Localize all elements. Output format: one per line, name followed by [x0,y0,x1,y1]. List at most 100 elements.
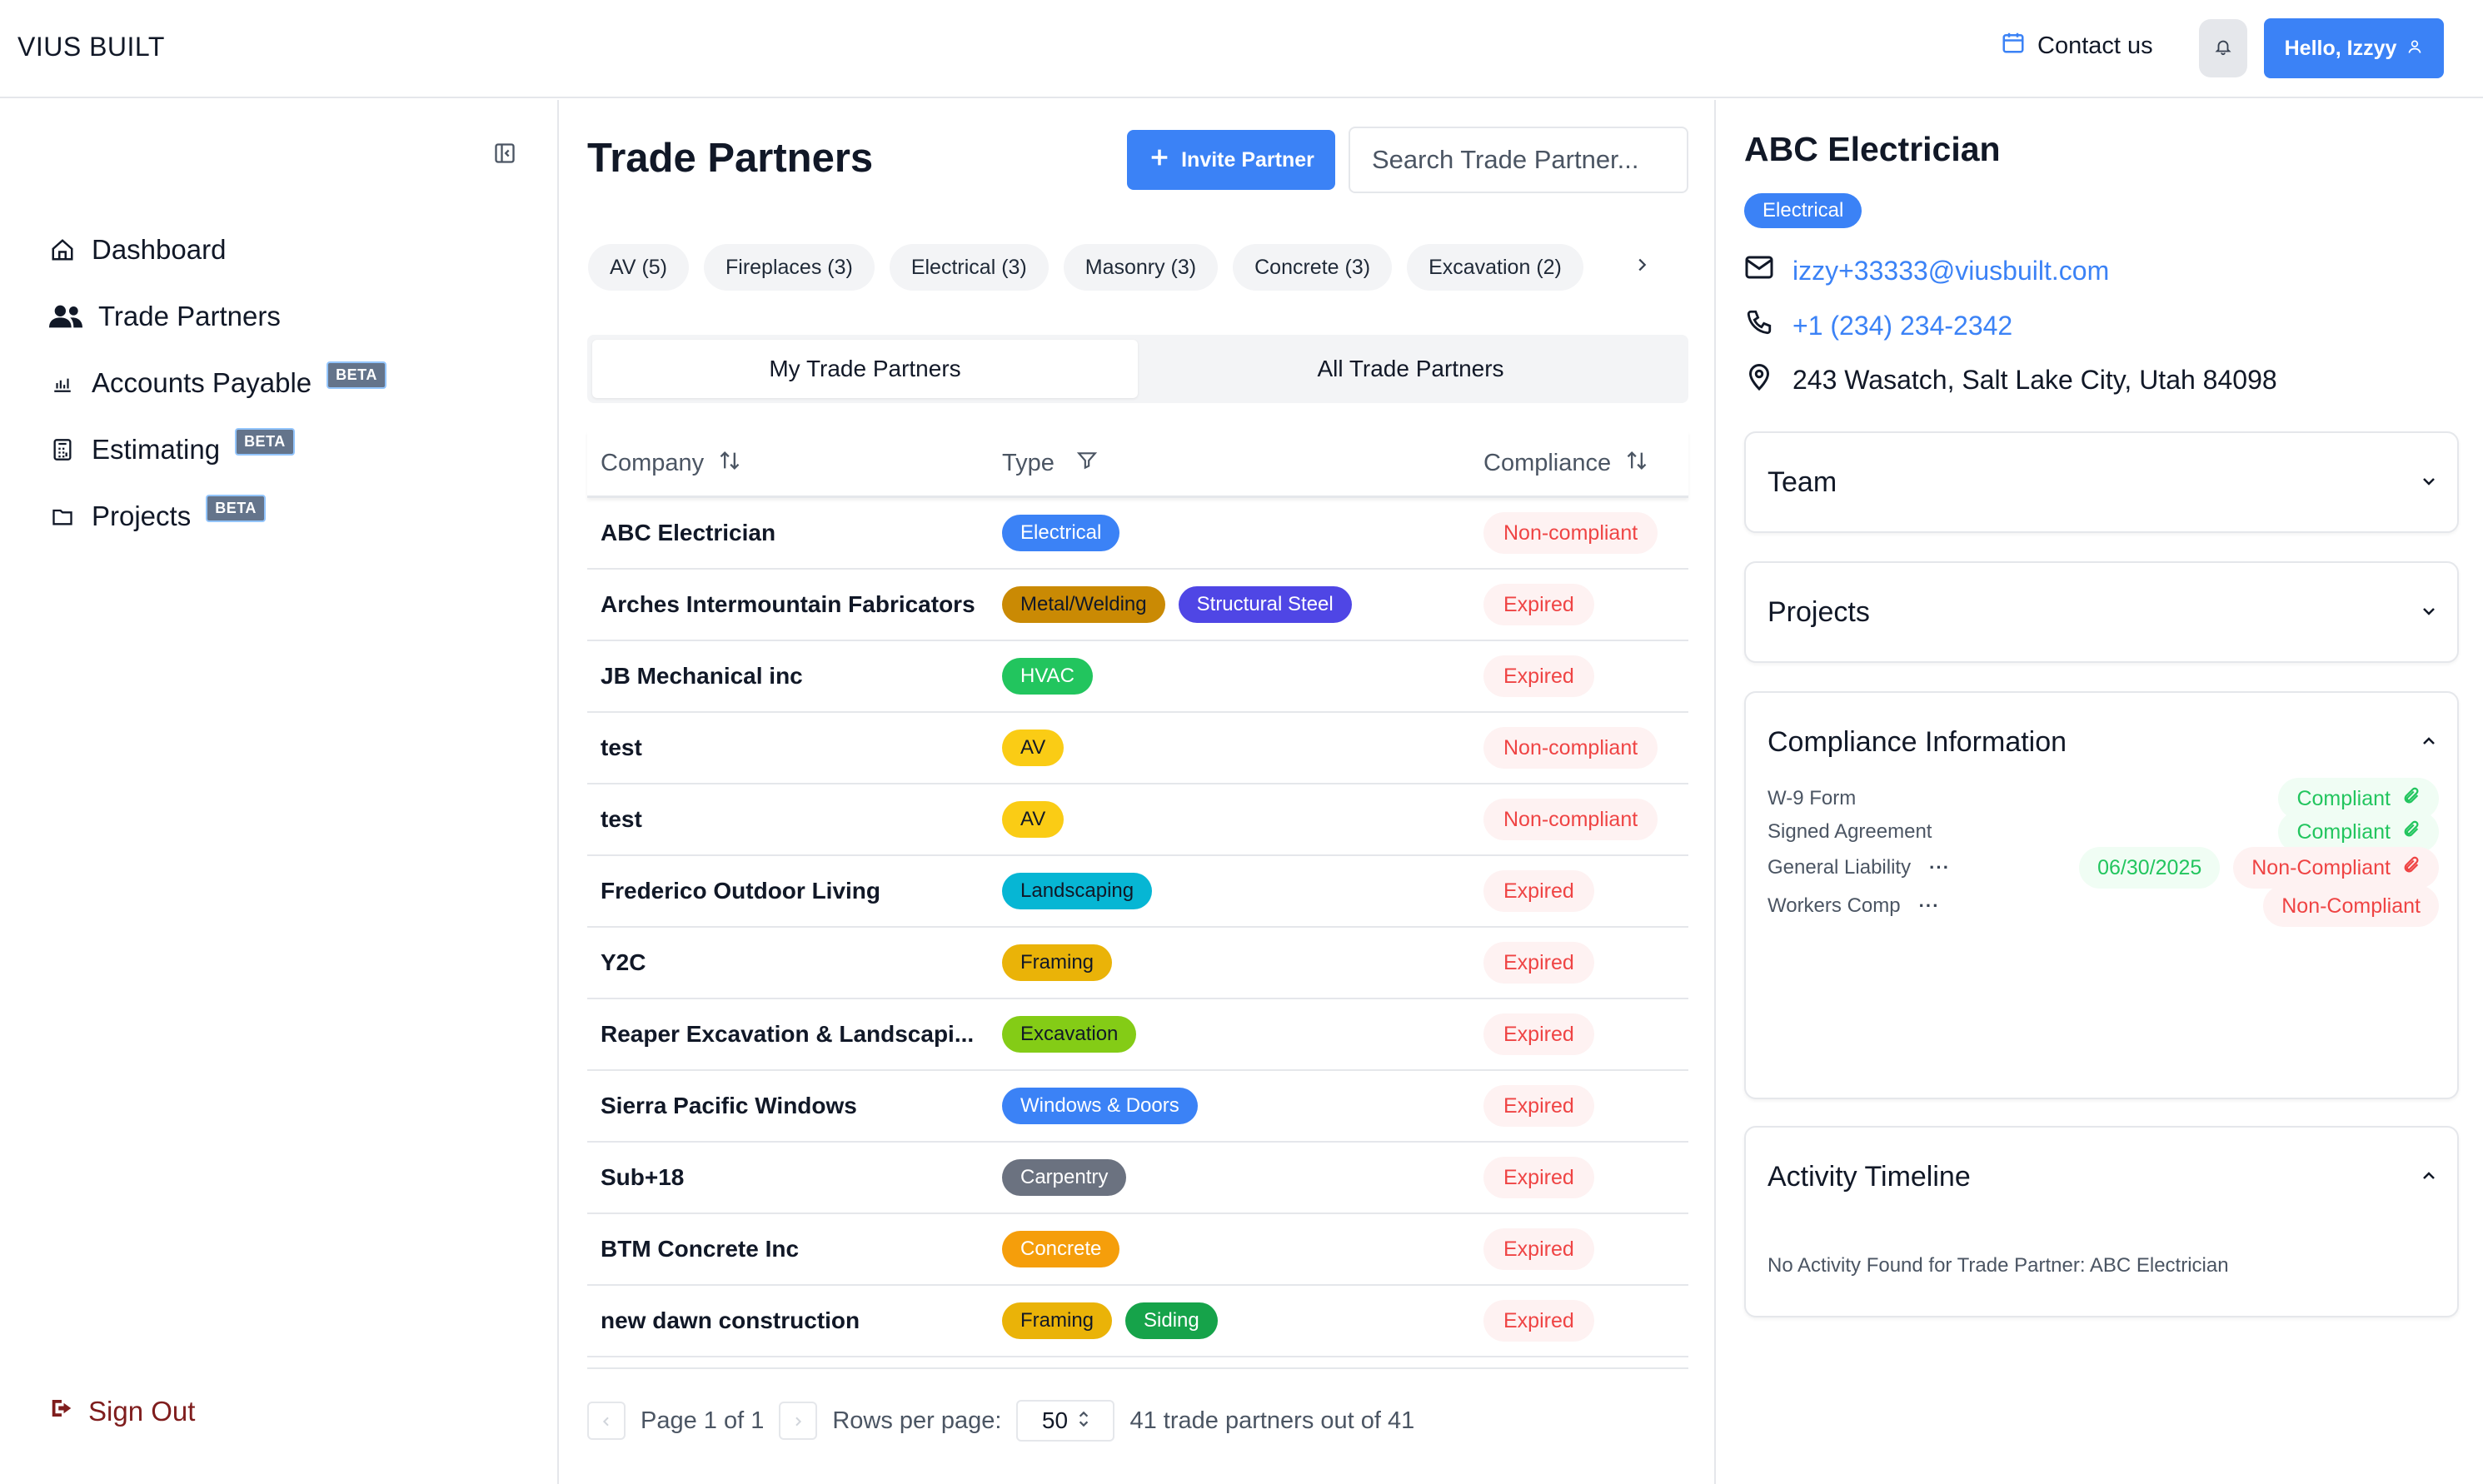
partner-email[interactable]: izzy+33333@viusbuilt.com [1744,255,2109,286]
sidebar-item-estimating[interactable]: Estimating BETA [48,416,386,483]
mail-icon [1744,255,1774,286]
type-pill: HVAC [1002,658,1093,695]
filter-chip[interactable]: AV (5) [588,244,689,291]
section-title: Compliance Information [1768,725,2067,758]
compliance-status-badge: Expired [1483,1300,1594,1342]
brand-logo[interactable]: VIUS BUILT [17,32,165,62]
chevron-left-icon [600,1407,613,1435]
company-column-header[interactable]: Company [587,449,989,479]
page-title: Trade Partners [587,136,874,181]
tab-my-trade-partners[interactable]: My Trade Partners [592,340,1138,398]
table-row[interactable]: Sierra Pacific Windows Windows & Doors Exp… [587,1071,1688,1143]
chips-next-button[interactable] [1625,250,1658,283]
projects-section: Projects [1744,561,2459,663]
more-options-icon[interactable]: ··· [1919,895,1940,917]
company-name: Frederico Outdoor Living [601,878,881,904]
filter-chip[interactable]: Fireplaces (3) [704,244,875,291]
type-cell: Framing Siding [989,1302,1473,1339]
company-name: ABC Electrician [601,520,776,545]
attachment-icon[interactable] [2402,787,2421,811]
page-indicator: Page 1 of 1 [641,1407,765,1434]
partner-phone[interactable]: +1 (234) 234-2342 [1744,308,2012,343]
chevron-up-icon [2419,726,2439,759]
map-pin-icon [1744,361,1774,398]
type-cell: Landscaping [989,873,1473,909]
beta-badge: BETA [327,361,386,389]
compliance-column-header[interactable]: Compliance [1473,449,1688,479]
previous-page-button[interactable] [587,1402,626,1440]
projects-section-header[interactable]: Projects [1768,563,2439,661]
type-cell: Carpentry [989,1159,1473,1196]
compliance-cell: Expired [1473,1228,1688,1270]
team-section-header[interactable]: Team [1768,433,2439,531]
activity-section-header[interactable]: Activity Timeline [1768,1128,2439,1226]
compliance-status-badge: Expired [1483,1157,1594,1198]
company-name: new dawn construction [601,1307,860,1333]
chevron-down-icon [2419,596,2439,629]
sidebar-item-dashboard[interactable]: Dashboard [48,217,386,283]
search-input[interactable] [1349,127,1688,193]
compliance-cell: Expired [1473,1085,1688,1127]
table-row[interactable]: BTM Concrete Inc Concrete Expired [587,1214,1688,1286]
user-icon [2406,37,2423,61]
table-row[interactable]: Arches Intermountain Fabricators Metal/We… [587,570,1688,641]
sidebar-item-projects[interactable]: Projects BETA [48,483,386,550]
compliance-section-header[interactable]: Compliance Information [1768,693,2439,791]
compliance-status-badge: Non-Compliant [2233,847,2439,889]
calendar-icon [2001,30,2026,62]
sign-out-button[interactable]: Sign Out [48,1396,195,1427]
table-row[interactable]: Frederico Outdoor Living Landscaping Expir… [587,856,1688,928]
attachment-icon[interactable] [2402,856,2421,880]
phone-text: +1 (234) 234-2342 [1792,310,2013,341]
contact-us-label: Contact us [2037,32,2153,59]
compliance-cell: Expired [1473,1013,1688,1055]
total-count: 41 trade partners out of 41 [1129,1407,1415,1434]
compliance-item-label: W-9 Form [1768,787,1857,809]
compliance-item-right: Non-Compliant [2263,885,2439,927]
rows-per-page-select[interactable]: 50 [1016,1400,1115,1442]
sidebar-item-trade-partners[interactable]: Trade Partners [48,283,386,350]
compliance-cell: Expired [1473,1157,1688,1198]
table-row[interactable]: test AV Non-compliant [587,713,1688,784]
contact-us-button[interactable]: Contact us [2001,30,2153,62]
table-row[interactable]: test AV Non-compliant [587,784,1688,856]
type-pill: Landscaping [1002,873,1153,909]
type-pill: Framing [1002,944,1113,981]
address-text: 243 Wasatch, Salt Lake City, Utah 84098 [1792,364,2277,395]
more-options-icon[interactable]: ··· [1929,857,1950,879]
filter-chip[interactable]: Masonry (3) [1063,244,1219,291]
type-column-header[interactable]: Type [989,450,1473,478]
partner-address: 243 Wasatch, Salt Lake City, Utah 84098 [1744,361,2277,398]
table-body: ABC Electrician Electrical Non-compliant Ar… [587,498,1688,1357]
attachment-icon[interactable] [2402,820,2421,844]
table-row[interactable]: Y2C Framing Expired [587,928,1688,999]
table-row[interactable]: Reaper Excavation & Landscapi... Excavati… [587,999,1688,1071]
invite-partner-button[interactable]: Invite Partner [1127,130,1335,190]
table-row[interactable]: new dawn construction Framing Siding Expire… [587,1286,1688,1357]
tab-all-trade-partners[interactable]: All Trade Partners [1138,340,1683,398]
type-cell: Excavation [989,1016,1473,1053]
column-label: Compliance [1483,450,1612,476]
chevron-down-icon [2419,466,2439,499]
compliance-cell: Expired [1473,655,1688,697]
user-menu-button[interactable]: Hello, Izzyy [2264,18,2444,78]
compliance-cell: Expired [1473,584,1688,625]
notifications-button[interactable] [2199,19,2247,77]
filter-chip[interactable]: Concrete (3) [1233,244,1393,291]
table-row[interactable]: ABC Electrician Electrical Non-compliant [587,498,1688,570]
compliance-status-badge: Expired [1483,942,1594,984]
compliance-section: Compliance Information W-9 Form Compliant… [1744,691,2459,1099]
next-page-button[interactable] [779,1402,818,1440]
filter-chip[interactable]: Electrical (3) [889,244,1049,291]
section-title: Activity Timeline [1768,1160,1971,1193]
compliance-status-badge: Expired [1483,870,1594,912]
filter-chip[interactable]: Excavation (2) [1407,244,1583,291]
compliance-item-label: General Liability [1768,856,1912,879]
table-row[interactable]: Sub+18 Carpentry Expired [587,1143,1688,1214]
sidebar-item-accounts-payable[interactable]: Accounts Payable BETA [48,350,386,416]
section-title: Team [1768,466,1837,498]
collapse-sidebar-button[interactable] [493,142,518,167]
type-pill: Electrical [1002,515,1120,551]
partner-detail-panel: ABC Electrician Electrical izzy+33333@vi… [1714,100,2483,1484]
table-row[interactable]: JB Mechanical inc HVAC Expired [587,641,1688,713]
